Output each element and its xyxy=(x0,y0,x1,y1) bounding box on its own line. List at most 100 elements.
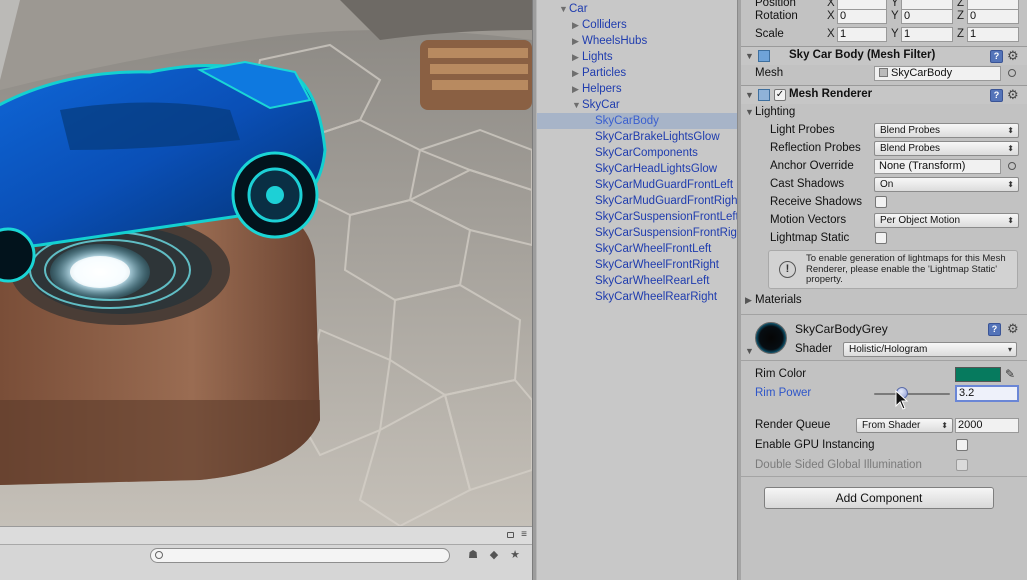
hierarchy-item[interactable]: SkyCarSuspensionFrontRight xyxy=(537,225,737,241)
eyedropper-icon[interactable]: ✎ xyxy=(1005,367,1015,381)
hierarchy-item-label: SkyCarHeadLightsGlow xyxy=(595,163,718,175)
reflection-probes-row: Reflection Probes Blend Probes ⬍ xyxy=(741,139,1027,157)
hierarchy-item[interactable]: ▶ Colliders xyxy=(537,17,737,33)
hierarchy-item-selected[interactable]: SkyCarBody xyxy=(537,113,737,129)
object-picker-icon[interactable] xyxy=(1008,162,1016,170)
fold-arrow-icon[interactable]: ▼ xyxy=(745,51,754,61)
expand-arrow-down-icon[interactable]: ▼ xyxy=(559,1,569,17)
fold-arrow-icon[interactable]: ▼ xyxy=(745,90,754,100)
shader-dropdown[interactable]: Holistic/Hologram ▾ xyxy=(843,342,1017,357)
hierarchy-item[interactable]: SkyCarWheelRearRight xyxy=(537,289,737,305)
hierarchy-item[interactable]: ▼Car xyxy=(537,1,737,17)
rotation-y-axis[interactable]: Y xyxy=(891,7,899,25)
mesh-field[interactable]: SkyCarBody xyxy=(874,66,1001,81)
gear-icon[interactable]: ⚙ xyxy=(1007,87,1019,102)
hierarchy-item[interactable]: SkyCarWheelRearLeft xyxy=(537,273,737,289)
dropdown-arrow-icon: ⬍ xyxy=(941,421,948,430)
scene-render[interactable] xyxy=(0,0,532,526)
hierarchy-item-label: SkyCarWheelRearRight xyxy=(595,291,718,303)
scale-x-field[interactable]: 1 xyxy=(837,27,887,42)
hierarchy-item-label: WheelsHubs xyxy=(582,35,648,47)
hierarchy-item[interactable]: SkyCarMudGuardFrontRight xyxy=(537,193,737,209)
expand-arrow-right-icon[interactable]: ▶ xyxy=(572,81,582,97)
light-probes-dropdown[interactable]: Blend Probes ⬍ xyxy=(874,123,1019,138)
scale-y-field[interactable]: 1 xyxy=(901,27,953,42)
lock-icon[interactable] xyxy=(507,532,514,538)
mesh-asset-icon xyxy=(879,68,888,77)
scale-z-axis[interactable]: Z xyxy=(957,25,964,43)
expand-arrow-right-icon[interactable]: ▶ xyxy=(572,33,582,49)
scale-z-field[interactable]: 1 xyxy=(967,27,1019,42)
cast-shadows-dropdown[interactable]: On ⬍ xyxy=(874,177,1019,192)
hierarchy-item[interactable]: SkyCarWheelFrontLeft xyxy=(537,241,737,257)
mesh-renderer-icon xyxy=(758,89,770,101)
render-queue-field[interactable]: 2000 xyxy=(955,418,1019,433)
render-queue-row: Render Queue From Shader ⬍ 2000 xyxy=(741,416,1027,434)
anchor-override-label: Anchor Override xyxy=(770,160,854,172)
render-queue-label: Render Queue xyxy=(755,419,831,431)
gear-icon[interactable]: ⚙ xyxy=(1007,321,1019,336)
gear-icon[interactable]: ⚙ xyxy=(1007,48,1019,63)
anchor-override-field[interactable]: None (Transform) xyxy=(874,159,1001,174)
scene-view[interactable] xyxy=(0,0,532,526)
layers-icon[interactable]: ☗ xyxy=(464,547,482,564)
fold-arrow-icon[interactable]: ▼ xyxy=(745,346,754,356)
double-sided-gi-label: Double Sided Global Illumination xyxy=(755,459,922,471)
reflection-probes-dropdown[interactable]: Blend Probes ⬍ xyxy=(874,141,1019,156)
hierarchy-item[interactable]: ▶ WheelsHubs xyxy=(537,33,737,49)
motion-vectors-dropdown[interactable]: Per Object Motion ⬍ xyxy=(874,213,1019,228)
mesh-value: SkyCarBody xyxy=(891,67,953,79)
rotation-z-axis[interactable]: Z xyxy=(957,7,964,25)
lightmap-static-checkbox[interactable] xyxy=(875,232,887,244)
help-icon[interactable]: ? xyxy=(990,50,1003,63)
hierarchy-item[interactable]: SkyCarHeadLightsGlow xyxy=(537,161,737,177)
shader-value: Holistic/Hologram xyxy=(849,344,928,355)
hierarchy-item[interactable]: ▼SkyCar xyxy=(537,97,737,113)
hierarchy-item-label: SkyCarBrakeLightsGlow xyxy=(595,131,720,143)
hierarchy-item[interactable]: ▶ Helpers xyxy=(537,81,737,97)
hierarchy-item[interactable]: SkyCarBrakeLightsGlow xyxy=(537,129,737,145)
hierarchy-item[interactable]: SkyCarSuspensionFrontLeft xyxy=(537,209,737,225)
help-icon[interactable]: ? xyxy=(988,323,1001,336)
fold-arrow-right-icon[interactable]: ▶ xyxy=(745,295,752,306)
hierarchy-item-label: SkyCar xyxy=(582,99,620,111)
dropdown-arrow-icon: ▾ xyxy=(1007,345,1012,354)
expand-arrow-right-icon[interactable]: ▶ xyxy=(572,65,582,81)
gpu-instancing-checkbox[interactable] xyxy=(956,439,968,451)
star-icon[interactable]: ★ xyxy=(506,547,524,564)
tag-icon[interactable]: ◆ xyxy=(485,547,503,564)
scale-y-axis[interactable]: Y xyxy=(891,25,899,43)
add-component-button[interactable]: Add Component xyxy=(764,487,994,509)
scale-row: Scale X 1 Y 1 Z 1 xyxy=(741,25,1027,43)
rim-power-field[interactable]: 3.2 xyxy=(955,385,1019,402)
hierarchy-item[interactable]: SkyCarMudGuardFrontLeft xyxy=(537,177,737,193)
rotation-x-field[interactable]: 0 xyxy=(837,9,887,24)
scale-x-axis[interactable]: X xyxy=(827,25,835,43)
mesh-renderer-enabled-checkbox[interactable]: ✓ xyxy=(774,89,786,101)
rim-power-slider-track[interactable] xyxy=(874,393,950,395)
hierarchy-item[interactable]: ▶ Lights xyxy=(537,49,737,65)
help-icon[interactable]: ? xyxy=(990,89,1003,102)
fold-arrow-icon[interactable]: ▼ xyxy=(745,107,754,117)
expand-arrow-down-icon[interactable]: ▼ xyxy=(572,97,582,113)
receive-shadows-checkbox[interactable] xyxy=(875,196,887,208)
render-queue-dropdown[interactable]: From Shader ⬍ xyxy=(856,418,953,433)
rotation-x-axis[interactable]: X xyxy=(827,7,835,25)
rotation-z-field[interactable]: 0 xyxy=(967,9,1019,24)
expand-arrow-right-icon[interactable]: ▶ xyxy=(572,17,582,33)
object-picker-icon[interactable] xyxy=(1008,69,1016,77)
hierarchy-item[interactable]: SkyCarComponents xyxy=(537,145,737,161)
hierarchy-item[interactable]: ▶ Particles xyxy=(537,65,737,81)
mesh-renderer-header[interactable]: ▼ ✓ Mesh Renderer ? ⚙ xyxy=(741,85,1027,104)
rim-color-swatch[interactable] xyxy=(955,367,1001,382)
materials-foldout[interactable]: ▶ Materials xyxy=(741,291,1027,309)
mesh-filter-header[interactable]: ▼ Sky Car Body (Mesh Filter) ? ⚙ xyxy=(741,46,1027,65)
search-input[interactable] xyxy=(150,548,450,563)
expand-arrow-right-icon[interactable]: ▶ xyxy=(572,49,582,65)
hierarchy-item-label: Helpers xyxy=(582,83,622,95)
lighting-foldout[interactable]: ▼ Lighting xyxy=(741,103,1027,121)
panel-menu-icon[interactable]: ≡ xyxy=(521,530,527,540)
hierarchy-item[interactable]: SkyCarWheelFrontRight xyxy=(537,257,737,273)
rotation-y-field[interactable]: 0 xyxy=(901,9,953,24)
reflection-probes-value: Blend Probes xyxy=(880,143,941,154)
